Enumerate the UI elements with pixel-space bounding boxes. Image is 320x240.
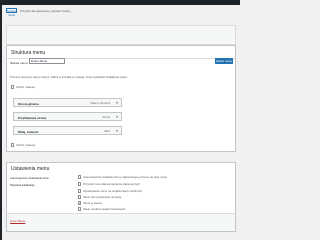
menu-item-type: Wpis [104,129,110,133]
location-option[interactable]: Przycisk menu dla komputerów stacjonarny… [78,182,140,186]
checkbox[interactable] [78,207,82,211]
bulk-select-label: Wybór masowy [16,143,36,147]
checkbox[interactable] [78,182,82,186]
menu-item[interactable]: Witaj, świecie! Wpis ▾ [13,126,122,135]
menu-select-strip [6,25,236,45]
bulk-select-label: Wybór masowy [16,85,36,89]
instruction-text: Przesuń elementy aby je ułożyć. Kliknij … [10,75,128,79]
checkbox[interactable] [78,195,82,199]
option-label: Wyświetlanie menu na urządzeniach mobiln… [83,189,142,193]
location-option[interactable]: Menu lub wyrównanie do lewej [78,195,121,199]
chevron-down-icon[interactable]: ▾ [116,129,118,133]
option-label: Menu w stopce [83,201,102,205]
admin-sidebar [0,5,2,240]
menu-item-type: Strona [102,115,110,119]
menu-item-type: Własny odnośnik [90,101,110,105]
panel-footer [6,213,236,232]
auto-add-label: Automatyczne dodawanie stron [10,176,50,180]
option-label: Automatycznie dodawaj strony najwyższego… [83,175,168,179]
menu-name-label: Nazwa menu [10,61,28,65]
panel-title: Struktura menu [11,49,46,56]
notice-text: Przyszły dla zapewniony zapisać zmiany. [20,9,71,13]
quick-menu-button[interactable]: Szybkie menu [6,8,17,17]
location-option[interactable]: ✓ Menu w stopce [78,201,102,205]
auto-add-option[interactable]: Automatycznie dodawaj strony najwyższego… [78,175,167,179]
location-label: Wyświetl lokalizację [10,183,35,187]
checkbox[interactable] [78,189,82,193]
save-menu-button[interactable]: Zapisz menu [215,58,233,64]
admin-bar [0,0,240,5]
bulk-select-top[interactable]: Wybór masowy [11,85,35,89]
option-label: Menu mediów społecznościowych [83,207,126,211]
menu-item-title: Witaj, świecie! [18,129,39,134]
settings-title: Ustawienia menu [11,166,50,172]
chevron-down-icon[interactable]: ▾ [116,115,118,119]
checkbox[interactable] [78,175,82,179]
delete-menu-link[interactable]: Usuń Menu [10,219,25,223]
checkbox[interactable] [11,85,15,89]
menu-item-title: Strona główna [18,101,39,106]
checkbox[interactable] [11,143,15,147]
option-label: Przycisk menu dla komputerów stacjonarny… [83,182,140,186]
location-option[interactable]: Wyświetlanie menu na urządzeniach mobiln… [78,189,142,193]
menu-item[interactable]: Przykładowa strona Strona ▾ [13,112,122,121]
chevron-down-icon[interactable]: ▾ [116,101,118,105]
bulk-select-bottom[interactable]: Wybór masowy [11,143,35,147]
menu-item-title: Przykładowa strona [18,115,47,120]
checkbox-checked[interactable]: ✓ [78,201,82,205]
menu-name-input[interactable] [29,58,65,64]
option-label: Menu lub wyrównanie do lewej [83,195,122,199]
menu-item[interactable]: Strona główna Własny odnośnik ▾ [13,98,122,107]
location-option[interactable]: Menu mediów społecznościowych [78,207,125,211]
